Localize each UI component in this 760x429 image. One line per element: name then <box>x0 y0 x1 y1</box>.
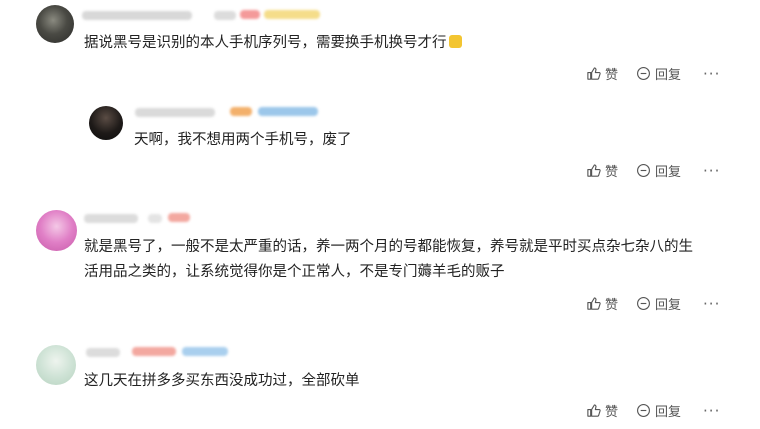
comment-actions: 赞 回复 ··· <box>586 401 720 420</box>
avatar[interactable] <box>36 345 76 385</box>
reply-label: 回复 <box>655 405 682 420</box>
comment-text: 据说黑号是识别的本人手机序列号，需要换手机换号才行 <box>84 29 462 57</box>
comment-thread: 据说黑号是识别的本人手机序列号，需要换手机换号才行 赞 回复 ··· 天啊，我不… <box>0 0 760 429</box>
reply-button[interactable]: 回复 <box>636 161 681 180</box>
reply-button[interactable]: 回复 <box>636 64 681 83</box>
more-options-button[interactable]: ··· <box>703 65 720 83</box>
reply-button[interactable]: 回复 <box>636 401 681 420</box>
thumbs-up-icon <box>587 67 601 80</box>
like-label: 赞 <box>605 165 619 180</box>
like-button[interactable]: 赞 <box>586 161 618 180</box>
reply-icon <box>637 297 650 310</box>
more-options-button[interactable]: ··· <box>703 162 720 180</box>
like-label: 赞 <box>605 68 619 83</box>
reply-label: 回复 <box>655 165 682 180</box>
thumbs-up-icon <box>587 404 601 417</box>
thumbs-up-icon <box>587 164 601 177</box>
comment-actions: 赞 回复 ··· <box>586 64 720 83</box>
avatar[interactable] <box>89 106 123 140</box>
like-button[interactable]: 赞 <box>586 294 618 313</box>
reply-icon <box>637 404 650 417</box>
thumbs-up-icon <box>587 297 601 310</box>
reply-icon <box>637 164 650 177</box>
like-label: 赞 <box>605 405 619 420</box>
avatar[interactable] <box>36 5 74 43</box>
more-options-button[interactable]: ··· <box>703 402 720 420</box>
comment-text: 天啊，我不想用两个手机号，废了 <box>134 132 352 148</box>
emoji-icon <box>448 35 462 48</box>
reply-label: 回复 <box>655 68 682 83</box>
comment-text-content: 据说黑号是识别的本人手机序列号，需要换手机换号才行 <box>84 35 447 51</box>
comment-text: 这几天在拼多多买东西没成功过，全部砍单 <box>84 373 360 389</box>
comment-actions: 赞 回复 ··· <box>586 161 720 180</box>
reply-button[interactable]: 回复 <box>636 294 681 313</box>
reply-icon <box>637 67 650 80</box>
like-label: 赞 <box>605 298 619 313</box>
more-options-button[interactable]: ··· <box>703 295 720 313</box>
comment-text-line-1: 就是黑号了，一般不是太严重的话，养一两个月的号都能恢复，养号就是平时买点杂七杂八… <box>84 239 693 255</box>
like-button[interactable]: 赞 <box>586 64 618 83</box>
comment-text-line-2: 活用品之类的，让系统觉得你是个正常人，不是专门薅羊毛的贩子 <box>84 264 505 280</box>
like-button[interactable]: 赞 <box>586 401 618 420</box>
reply-label: 回复 <box>655 298 682 313</box>
comment-actions: 赞 回复 ··· <box>586 294 720 313</box>
avatar[interactable] <box>36 210 77 251</box>
